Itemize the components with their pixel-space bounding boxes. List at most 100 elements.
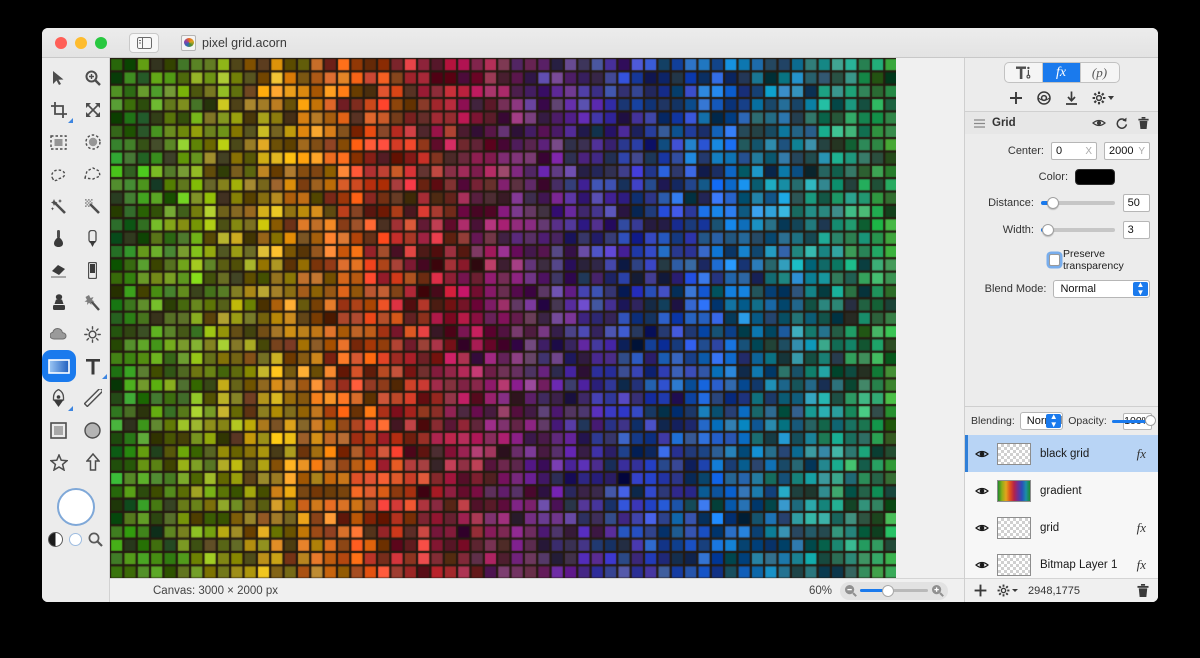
crop-tool[interactable]: [42, 94, 76, 126]
gradient-tool[interactable]: [42, 350, 76, 382]
line-tool[interactable]: [76, 382, 110, 414]
layer-fx-badge[interactable]: fx: [1137, 520, 1146, 536]
reset-arrow-icon[interactable]: [1116, 117, 1128, 129]
palette-magnifier-icon[interactable]: [88, 532, 103, 547]
background-color-well[interactable]: [69, 533, 82, 546]
eraser-tool[interactable]: [42, 254, 76, 286]
filter-header-actions: [1092, 117, 1149, 129]
close-button[interactable]: [55, 36, 67, 49]
eye-icon[interactable]: [975, 523, 989, 533]
pen-tool[interactable]: [42, 382, 76, 414]
magnifier-plus-icon[interactable]: [931, 584, 944, 597]
filter-header[interactable]: Grid: [965, 112, 1158, 134]
layer-settings-button[interactable]: [997, 584, 1018, 597]
sidebar-toggle-button[interactable]: [129, 32, 159, 53]
acorn-window: pixel grid.acorn Canvas: 3000 × 2000 px …: [42, 28, 1158, 602]
inspector-tabs: fx (p): [965, 58, 1158, 83]
rectangle-shape-icon: [50, 421, 67, 439]
paint-bucket-tool[interactable]: [42, 222, 76, 254]
artwork-canvas[interactable]: [110, 58, 896, 578]
minimize-button[interactable]: [75, 36, 87, 49]
tab-filters[interactable]: fx: [1042, 63, 1081, 82]
eye-icon[interactable]: [975, 560, 989, 570]
zoom-slider-group[interactable]: [840, 581, 948, 600]
width-slider-knob[interactable]: [1041, 224, 1054, 236]
polygon-lasso-tool[interactable]: [76, 158, 110, 190]
magic-wand-tool[interactable]: [42, 190, 76, 222]
canvas-area[interactable]: [110, 58, 964, 602]
layer-fx-badge[interactable]: fx: [1137, 557, 1146, 573]
preserve-transparency-checkbox[interactable]: [1049, 254, 1060, 266]
rectangular-marquee-tool[interactable]: [42, 126, 76, 158]
width-slider[interactable]: [1040, 224, 1115, 236]
maximize-button[interactable]: [95, 36, 107, 49]
move-tool[interactable]: [42, 62, 76, 94]
ellipse-shape-tool[interactable]: [76, 414, 110, 446]
download-icon[interactable]: [1065, 91, 1078, 105]
distance-slider[interactable]: [1040, 197, 1115, 209]
text-tool[interactable]: [76, 350, 110, 382]
layer-blend-select[interactable]: Normal ▲ ▼: [1019, 412, 1064, 430]
magnifier-minus-icon[interactable]: [844, 584, 857, 597]
eye-icon[interactable]: [975, 486, 989, 496]
color-well-group: [42, 488, 109, 526]
param-center: Center: 0 X 2000 Y: [965, 142, 1158, 160]
elliptical-marquee-tool[interactable]: [76, 126, 110, 158]
tool-submenu-indicator: [101, 374, 107, 379]
clone-stamp-tool[interactable]: [42, 286, 76, 318]
trash-icon[interactable]: [1138, 117, 1149, 129]
distance-label: Distance:: [988, 197, 1034, 209]
tab-tool-options[interactable]: [1005, 63, 1043, 82]
brush-tool[interactable]: [76, 222, 110, 254]
filter-parameters: Center: 0 X 2000 Y Color: Distance: 50 W…: [965, 134, 1158, 298]
transform-tool[interactable]: [76, 94, 110, 126]
layer-blending-row: Blending: Normal ▲▼ Opacity: 100%: [965, 407, 1158, 435]
smudge-tool[interactable]: [76, 286, 110, 318]
plus-icon[interactable]: [1009, 91, 1023, 105]
layer-row[interactable]: grid fx: [965, 509, 1158, 546]
layer-row[interactable]: gradient: [965, 472, 1158, 509]
lasso-tool[interactable]: [42, 158, 76, 190]
layer-fx-badge[interactable]: fx: [1137, 446, 1146, 462]
center-y-value: 2000: [1108, 145, 1134, 157]
default-colors-icon[interactable]: [48, 532, 63, 547]
sidebar-toggle-icon: [136, 36, 152, 49]
target-eye-icon[interactable]: [1037, 91, 1051, 105]
blend-mode-select[interactable]: Normal ▲ ▼: [1053, 280, 1150, 298]
title-bar: pixel grid.acorn: [42, 28, 1158, 58]
zoom-slider-knob[interactable]: [882, 584, 894, 597]
dither-wand-tool[interactable]: [76, 190, 110, 222]
arrow-shape-tool[interactable]: [76, 446, 110, 478]
distance-slider-knob[interactable]: [1046, 197, 1059, 209]
blur-tool[interactable]: [42, 318, 76, 350]
foreground-color-well[interactable]: [56, 488, 95, 526]
pen-nib-icon: [52, 389, 65, 407]
opacity-slider[interactable]: [1111, 415, 1156, 426]
plus-icon[interactable]: [974, 584, 987, 597]
zoom-slider[interactable]: [860, 584, 928, 597]
rectangle-shape-tool[interactable]: [42, 414, 76, 446]
select-chevrons-icon: ▲ ▼: [1133, 281, 1148, 297]
zoom-tool[interactable]: [76, 62, 110, 94]
distance-input[interactable]: 50: [1122, 194, 1150, 212]
eye-icon[interactable]: [975, 449, 989, 459]
hamburger-handle-icon[interactable]: [974, 118, 985, 128]
tab-presets[interactable]: (p): [1081, 63, 1119, 82]
color-swatch[interactable]: [1075, 169, 1115, 185]
trash-icon[interactable]: [1137, 584, 1149, 597]
eye-icon[interactable]: [1092, 118, 1106, 128]
paint-bucket-icon: [54, 229, 63, 247]
tab-presets-label: (p): [1091, 64, 1108, 80]
center-x-input[interactable]: 0 X: [1050, 142, 1097, 160]
lasso-icon: [51, 168, 66, 182]
eraser-bar-tool[interactable]: [76, 254, 110, 286]
opacity-slider-knob[interactable]: [1144, 415, 1156, 426]
center-y-input[interactable]: 2000 Y: [1103, 142, 1151, 160]
filter-settings-button[interactable]: [1092, 91, 1114, 105]
star-shape-tool[interactable]: [42, 446, 76, 478]
dodge-tool[interactable]: [76, 318, 110, 350]
layer-row[interactable]: black grid fx: [965, 435, 1158, 472]
width-input[interactable]: 3: [1122, 221, 1150, 239]
document-title-group[interactable]: pixel grid.acorn: [181, 34, 287, 51]
param-preserve-transparency[interactable]: Preserve transparency: [1049, 248, 1158, 272]
